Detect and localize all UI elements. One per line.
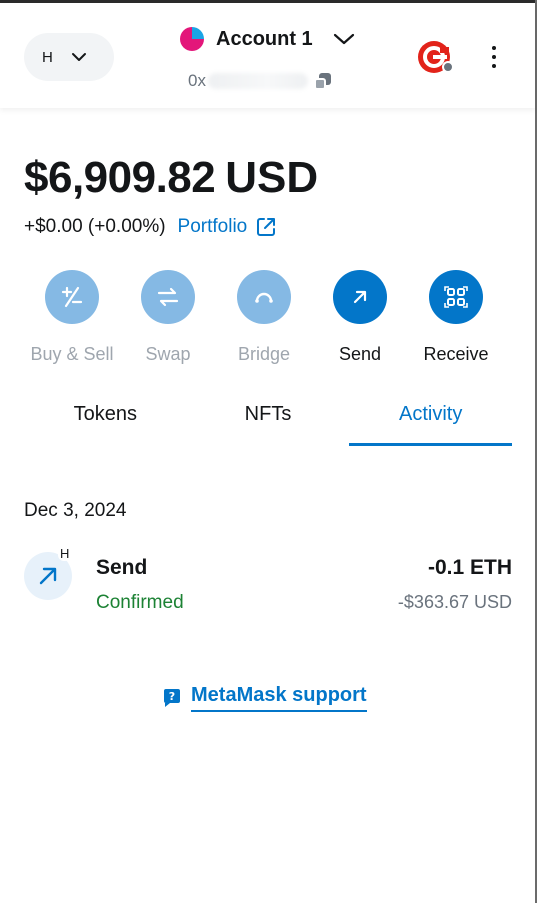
balance-change-row: +$0.00 (+0.00%) Portfolio — [24, 216, 277, 238]
buy-sell-icon — [45, 270, 99, 324]
tab-tokens[interactable]: Tokens — [24, 396, 187, 446]
send-label: Send — [338, 344, 382, 364]
account-name: Account 1 — [216, 27, 313, 50]
kebab-dot — [492, 64, 496, 68]
balance-change: +$0.00 (+0.00%) — [24, 216, 166, 237]
swap-icon — [141, 270, 195, 324]
network-badge: H — [58, 546, 72, 561]
transaction-amount: -0.1 ETH — [427, 556, 512, 579]
buy-sell-label: Buy & Sell — [30, 344, 114, 364]
support-link[interactable]: ? MetaMask support — [161, 684, 367, 712]
asset-tabs: Tokens NFTs Activity — [24, 396, 513, 446]
chevron-down-icon — [333, 33, 354, 45]
address-redacted — [207, 73, 308, 89]
transaction-title: Send — [96, 556, 148, 579]
receive-label: Receive — [423, 344, 489, 364]
total-balance: $6,909.82 USD — [24, 153, 318, 203]
svg-text:?: ? — [169, 690, 175, 703]
portfolio-link[interactable]: Portfolio — [178, 216, 278, 238]
portfolio-label: Portfolio — [177, 216, 248, 237]
send-button[interactable]: Send — [312, 270, 408, 365]
tab-nfts[interactable]: NFTs — [187, 396, 350, 446]
network-picker-button[interactable]: H — [24, 33, 114, 81]
support-label: MetaMask support — [191, 684, 367, 712]
buy-sell-button[interactable]: Buy & Sell — [24, 270, 120, 365]
kebab-dot — [492, 46, 496, 50]
tab-activity[interactable]: Activity — [349, 396, 513, 446]
receive-button[interactable]: Receive — [408, 270, 504, 365]
account-avatar — [180, 27, 204, 51]
bridge-icon — [237, 270, 291, 324]
receive-icon — [429, 270, 483, 324]
transaction-row[interactable]: H Send Confirmed -0.1 ETH -$363.67 USD — [24, 546, 512, 620]
bridge-button[interactable]: Bridge — [216, 270, 312, 365]
connected-site-icon[interactable] — [416, 39, 454, 75]
more-options-button[interactable] — [484, 43, 504, 71]
external-link-icon — [257, 218, 276, 236]
account-picker-button[interactable]: Account 1 — [180, 27, 355, 51]
send-icon — [333, 270, 387, 324]
support-chat-icon: ? — [164, 689, 180, 707]
app-header: H Account 1 0x — [0, 3, 535, 108]
swap-label: Swap — [145, 344, 191, 364]
balance-amount: $6,909.82 — [24, 153, 216, 202]
kebab-dot — [492, 55, 496, 59]
copy-icon[interactable] — [312, 71, 332, 91]
account-address[interactable]: 0x — [188, 71, 332, 91]
transaction-fiat-amount: -$363.67 USD — [397, 592, 512, 612]
balance-currency: USD — [225, 153, 319, 202]
address-prefix: 0x — [188, 71, 206, 90]
swap-button[interactable]: Swap — [120, 270, 216, 365]
network-avatar: H — [42, 48, 53, 66]
chevron-down-icon — [71, 53, 86, 61]
transaction-status: Confirmed — [96, 592, 184, 613]
activity-date-header: Dec 3, 2024 — [24, 500, 127, 521]
action-buttons: Buy & Sell Swap Bridge Send Receive — [24, 270, 504, 365]
connection-status-dot — [442, 61, 454, 73]
bridge-label: Bridge — [237, 344, 291, 364]
